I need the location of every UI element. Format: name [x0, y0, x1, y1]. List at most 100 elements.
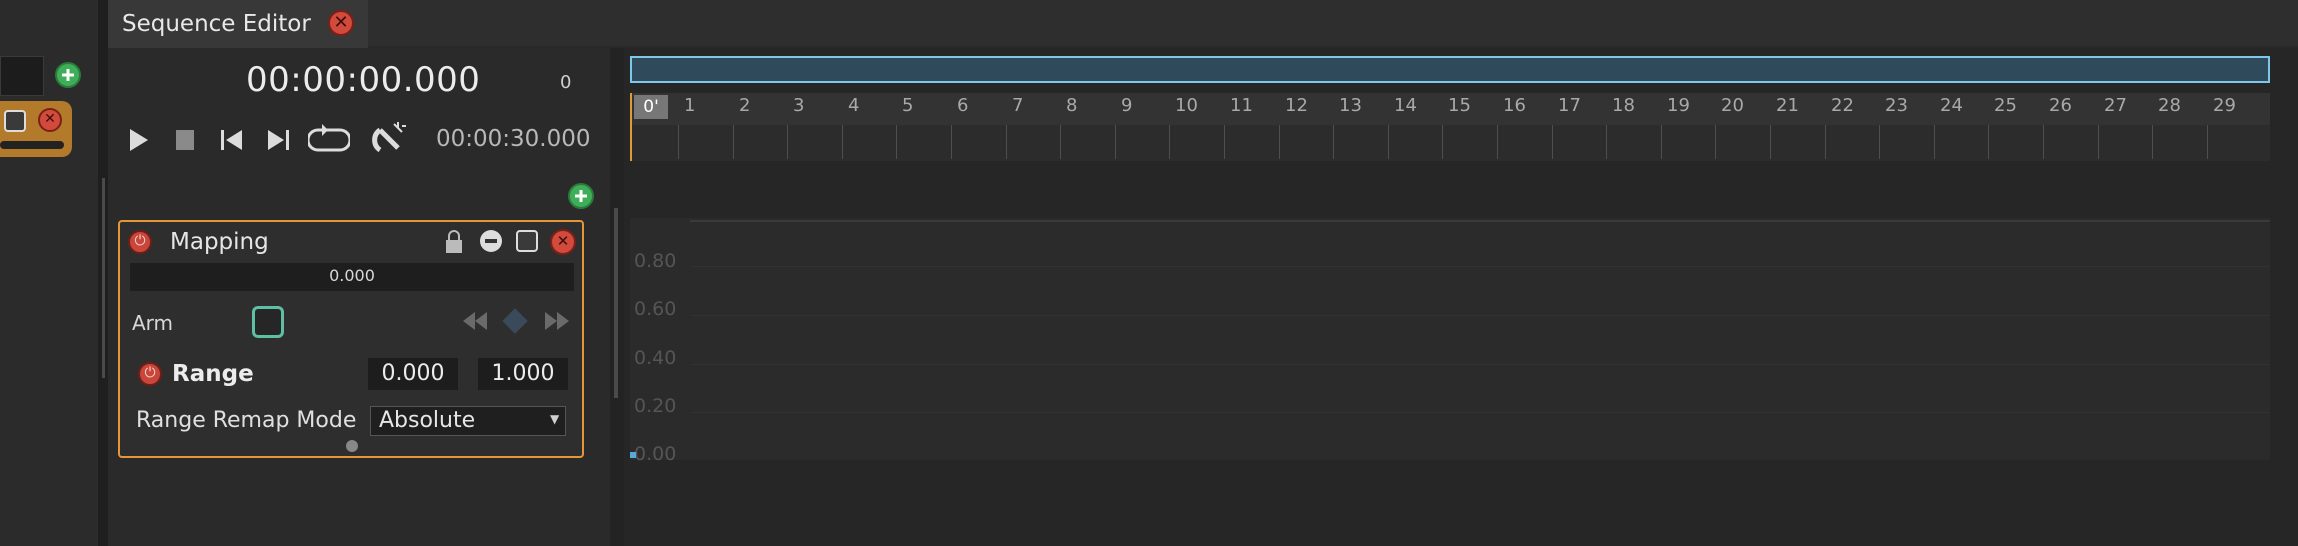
tab-close-icon[interactable]: ✕	[328, 10, 354, 36]
ruler-tick-label: 7	[1012, 95, 1024, 116]
ruler-tick-line	[1060, 125, 1061, 159]
time-cursor[interactable]	[630, 93, 632, 161]
grid-line	[690, 266, 2270, 267]
ruler-tick-label: 3	[793, 95, 805, 116]
ruler-tick-line	[2098, 125, 2099, 159]
ruler-tick-label: 9	[1121, 95, 1133, 116]
ruler-tick-label: 5	[902, 95, 914, 116]
divider-handle[interactable]	[614, 208, 618, 398]
automation-graph[interactable]	[630, 218, 2270, 460]
ruler-tick-label: 26	[2049, 95, 2072, 116]
left-item-checkbox[interactable]	[4, 110, 26, 132]
ruler-tick-line	[1497, 125, 1498, 159]
ruler-tick-label: 17	[1558, 95, 1581, 116]
ruler-tick-label: 11	[1230, 95, 1253, 116]
ruler-tick-line	[1224, 125, 1225, 159]
ruler-tick-line	[842, 125, 843, 159]
left-add-button[interactable]	[55, 62, 81, 88]
play-icon[interactable]	[126, 126, 150, 154]
ruler-tick-label: 27	[2104, 95, 2127, 116]
snap-magnet-icon[interactable]	[372, 120, 408, 158]
mapping-power-icon[interactable]: ⏻	[128, 230, 152, 254]
ruler-tick-line	[1006, 125, 1007, 159]
ruler-tick-line	[1115, 125, 1116, 159]
grid-line	[690, 315, 2270, 316]
arm-label: Arm	[132, 311, 174, 335]
grid-line	[690, 364, 2270, 365]
ruler-tick-line	[733, 125, 734, 159]
ruler-tick-line	[1169, 125, 1170, 159]
ruler-track	[630, 125, 2270, 161]
graph-keyframe-point[interactable]	[630, 452, 636, 458]
ruler-tick-label: 22	[1831, 95, 1854, 116]
ruler-tick-line	[1879, 125, 1880, 159]
ruler-tick-line	[678, 125, 679, 159]
prev-keyframe-icon[interactable]	[462, 310, 488, 332]
ruler-tick-label: 2	[739, 95, 751, 116]
ruler-tick-line	[787, 125, 788, 159]
ruler-tick-line	[1770, 125, 1771, 159]
left-item-bar	[0, 141, 64, 149]
ruler-tick-line	[951, 125, 952, 159]
y-axis-label: 0.60	[634, 298, 677, 320]
tab-title: Sequence Editor	[122, 11, 311, 37]
ruler-tick-label: 1	[684, 95, 696, 116]
range-power-icon[interactable]: ⏻	[138, 362, 162, 386]
ruler-tick-label: 23	[1885, 95, 1908, 116]
left-item-close-icon[interactable]: ✕	[38, 108, 62, 132]
loop-icon[interactable]	[308, 124, 350, 156]
ruler-tick-label: 19	[1667, 95, 1690, 116]
previous-cue-icon[interactable]	[218, 128, 246, 152]
ruler-tick-label: 28	[2158, 95, 2181, 116]
ruler-tick-line	[1988, 125, 1989, 159]
ruler-tick-label: 29	[2213, 95, 2236, 116]
collapse-icon[interactable]	[480, 230, 502, 252]
ruler-tick-label: 16	[1503, 95, 1526, 116]
ruler-tick-line	[2207, 125, 2208, 159]
arm-checkbox[interactable]	[252, 306, 284, 338]
current-time-display: 00:00:00.000	[246, 60, 481, 100]
ruler-tick-label: 4	[848, 95, 860, 116]
add-layer-button[interactable]	[568, 183, 594, 209]
ruler-tick-label: 14	[1394, 95, 1417, 116]
mapping-close-icon[interactable]: ✕	[550, 229, 576, 255]
ruler-tick-label: 8	[1066, 95, 1078, 116]
next-keyframe-icon[interactable]	[544, 310, 570, 332]
frame-display: 0	[560, 72, 572, 93]
ruler-tick-line	[1279, 125, 1280, 159]
left-search-input[interactable]	[0, 56, 44, 96]
ruler-tick-line	[1661, 125, 1662, 159]
ruler-tick-line	[896, 125, 897, 159]
range-min-field[interactable]: 0.000	[368, 358, 458, 390]
total-time-display[interactable]: 00:00:30.000	[436, 126, 591, 152]
range-remap-mode-label: Range Remap Mode	[136, 408, 357, 433]
next-cue-icon[interactable]	[264, 128, 292, 152]
lock-icon[interactable]	[444, 229, 464, 255]
expand-icon[interactable]	[516, 230, 538, 252]
ruler-tick-line	[1442, 125, 1443, 159]
ruler-tick-line	[1934, 125, 1935, 159]
ruler-tick-line	[2043, 125, 2044, 159]
mapping-value: 0.000	[329, 266, 375, 285]
ruler-tick-label: 15	[1448, 95, 1471, 116]
ruler-start-label: 0'	[634, 95, 668, 119]
left-scrollbar[interactable]	[102, 178, 105, 378]
panel-resize-handle[interactable]	[346, 440, 358, 452]
ruler-tick-line	[2152, 125, 2153, 159]
ruler-tick-label: 10	[1175, 95, 1198, 116]
range-max-field[interactable]: 1.000	[478, 358, 568, 390]
ruler-tick-label: 13	[1339, 95, 1362, 116]
ruler-tick-label: 20	[1721, 95, 1744, 116]
grid-line	[690, 412, 2270, 413]
range-remap-mode-select[interactable]: Absolute	[370, 406, 566, 436]
range-label: Range	[172, 361, 254, 387]
ruler-tick-line	[1333, 125, 1334, 159]
ruler-tick-line	[1606, 125, 1607, 159]
time-range-bar[interactable]	[630, 56, 2270, 83]
graph-top-line	[690, 220, 2270, 222]
ruler-tick-line	[1552, 125, 1553, 159]
ruler-tick-line	[1715, 125, 1716, 159]
ruler-tick-label: 12	[1285, 95, 1308, 116]
stop-icon[interactable]	[174, 128, 196, 152]
y-axis-label: 0.00	[634, 443, 677, 465]
